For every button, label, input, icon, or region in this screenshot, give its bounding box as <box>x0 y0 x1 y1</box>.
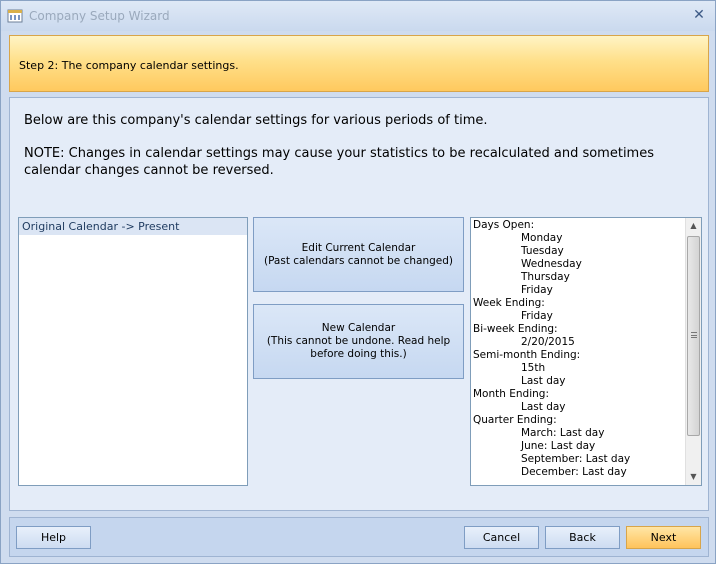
edit-current-calendar-button[interactable]: Edit Current Calendar (Past calendars ca… <box>253 217 464 292</box>
detail-line: Friday <box>521 310 553 322</box>
intro-text: Below are this company's calendar settin… <box>24 113 488 128</box>
detail-line: Tuesday <box>521 245 564 257</box>
calendar-listbox[interactable]: Original Calendar -> Present <box>18 217 248 486</box>
list-item[interactable]: Original Calendar -> Present <box>19 218 247 235</box>
close-icon[interactable]: ✕ <box>691 7 707 23</box>
detail-line: Month Ending: <box>473 388 549 400</box>
detail-line: September: Last day <box>521 453 631 465</box>
step-banner: Step 2: The company calendar settings. <box>9 35 709 92</box>
scroll-thumb[interactable] <box>687 236 700 436</box>
detail-line: Quarter Ending: <box>473 414 557 426</box>
detail-line: 15th <box>521 362 546 374</box>
new-button-sublabel-1: (This cannot be undone. Read help <box>266 335 451 347</box>
scroll-up-arrow-icon[interactable]: ▲ <box>686 218 701 234</box>
footer-bar: Help Cancel Back Next <box>9 517 709 557</box>
details-scrollbar[interactable]: ▲ ▼ <box>685 218 701 485</box>
next-button[interactable]: Next <box>626 526 701 549</box>
detail-line: Monday <box>521 232 563 244</box>
cancel-button[interactable]: Cancel <box>464 526 539 549</box>
calendar-app-icon <box>7 9 23 23</box>
step-title: Step 2: The company calendar settings. <box>19 59 239 72</box>
calendar-details-textbox[interactable]: Days Open: Monday Tuesday Wednesday Thursday… <box>470 217 702 486</box>
new-button-sublabel-2: before doing this.) <box>310 348 407 360</box>
details-lines: Days Open: Monday Tuesday Wednesday Thursday… <box>473 219 683 479</box>
title-bar[interactable]: Company Setup Wizard ✕ <box>1 1 715 31</box>
window-title: Company Setup Wizard <box>29 9 170 23</box>
edit-button-label: Edit Current Calendar <box>301 241 416 254</box>
scroll-down-arrow-icon[interactable]: ▼ <box>686 469 701 485</box>
detail-line: Wednesday <box>521 258 582 270</box>
edit-button-sublabel: (Past calendars cannot be changed) <box>263 254 454 267</box>
detail-line: 2/20/2015 <box>521 336 575 348</box>
detail-line: Last day <box>521 375 566 387</box>
back-button[interactable]: Back <box>545 526 620 549</box>
wizard-window: Company Setup Wizard ✕ Step 2: The compa… <box>0 0 716 564</box>
detail-line: December: Last day <box>521 466 627 478</box>
new-button-label: New Calendar <box>321 322 396 334</box>
detail-line: Friday <box>521 284 553 296</box>
help-button[interactable]: Help <box>16 526 91 549</box>
detail-line: Days Open: <box>473 219 535 231</box>
detail-line: Semi-month Ending: <box>473 349 581 361</box>
detail-line: Thursday <box>521 271 570 283</box>
note-text: NOTE: Changes in calendar settings may c… <box>24 146 654 178</box>
detail-line: March: Last day <box>521 427 605 439</box>
new-calendar-button[interactable]: New Calendar (This cannot be undone. Rea… <box>253 304 464 379</box>
grip-icon <box>691 332 697 338</box>
detail-line: June: Last day <box>521 440 596 452</box>
detail-line: Last day <box>521 401 566 413</box>
detail-line: Bi-week Ending: <box>473 323 558 335</box>
detail-line: Week Ending: <box>473 297 545 309</box>
content-panel: Below are this company's calendar settin… <box>9 97 709 511</box>
